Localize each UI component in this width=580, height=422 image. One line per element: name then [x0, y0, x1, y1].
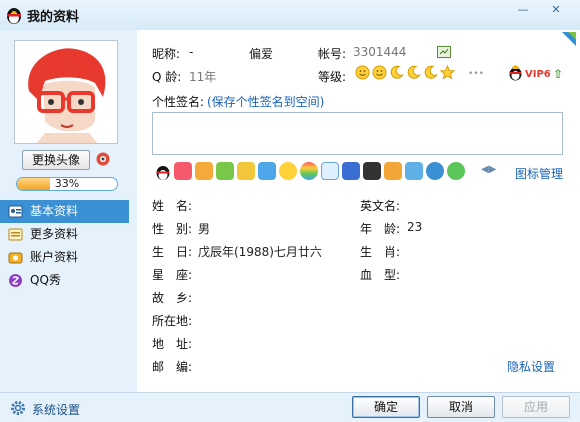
copy-account-icon[interactable]: [437, 46, 451, 58]
penguin-game-icon[interactable]: [363, 162, 381, 180]
blue-diamond-icon[interactable]: [258, 162, 276, 180]
cancel-button[interactable]: 取消: [427, 396, 495, 418]
q-age-label: Q 龄:: [152, 70, 182, 84]
zodiac-label: 生 肖:: [360, 245, 401, 259]
footer-bar: 系统设置 确定 取消 应用: [0, 392, 580, 422]
moon-icon: [424, 65, 438, 79]
rainbow-icon[interactable]: [300, 162, 318, 180]
sidebar-item-label: 账户资料: [30, 250, 79, 264]
ok-button[interactable]: 确定: [352, 396, 420, 418]
icon-strip-scroll-arrows[interactable]: ◀▶: [481, 164, 496, 175]
postcode-label: 邮 编:: [152, 360, 193, 374]
location-label: 所在地:: [152, 314, 193, 328]
close-button[interactable]: ✕: [537, 0, 575, 18]
age-value: 23: [407, 220, 423, 234]
sidebar-item-label: 更多资料: [30, 227, 79, 241]
window-title: 我的资料: [27, 10, 80, 25]
save-signature-link[interactable]: (保存个性签名到空间): [207, 93, 324, 110]
qzone-icon[interactable]: [384, 162, 402, 180]
sidebar-item-more-info[interactable]: 更多资料: [0, 223, 137, 246]
q-age-value: 11年: [189, 70, 217, 84]
age-label: 年 龄:: [360, 222, 401, 236]
star-icon: [440, 65, 455, 80]
birthday-value: 戊辰年(1988)七月廿六: [198, 245, 322, 259]
signature-input[interactable]: [152, 112, 563, 155]
account-label: 帐号:: [318, 47, 347, 61]
vip-level-badge[interactable]: VIP6: [525, 69, 551, 80]
nickname-label: 昵称:: [152, 47, 181, 61]
camera-icon[interactable]: [95, 151, 111, 167]
qq-show-icon: [9, 274, 22, 287]
qq-penguin-logo-icon: [7, 8, 21, 24]
service-icon-strip: [153, 162, 465, 182]
sidebar-item-qq-show[interactable]: QQ秀: [0, 269, 137, 292]
icon-manage-link[interactable]: 图标管理: [515, 165, 563, 182]
hobby-text: 偏爱: [249, 47, 274, 61]
level-badges: [355, 65, 455, 80]
sidebar-nav: 基本资料 更多资料 账户资料 QQ秀: [0, 200, 137, 292]
privacy-settings-link[interactable]: 隐私设置: [507, 358, 555, 375]
signature-label: 个性签名:: [152, 95, 205, 109]
sidebar-item-label: QQ秀: [30, 273, 61, 287]
progress-percent: 33%: [54, 177, 80, 190]
sidebar-item-label: 基本资料: [30, 204, 79, 218]
blood-type-label: 血 型:: [360, 268, 401, 282]
profile-panel: 昵称: - 偏爱 帐号: 3301444 Q 龄: 11年 等级: ••• VI…: [137, 30, 580, 392]
english-name-label: 英文名:: [360, 199, 401, 213]
sidebar-item-account-info[interactable]: 账户资料: [0, 246, 137, 269]
gender-label: 性 别:: [152, 222, 193, 236]
gear-icon[interactable]: [10, 400, 26, 416]
avatar[interactable]: [14, 40, 118, 144]
moon-icon: [390, 65, 404, 79]
level-up-arrow-icon: ⇧: [553, 67, 564, 81]
minimize-button[interactable]: —: [511, 0, 535, 18]
account-icon: [8, 252, 23, 264]
name-label: 姓 名:: [152, 199, 193, 213]
constellation-label: 星 座:: [152, 268, 193, 282]
sidebar-item-basic-info[interactable]: 基本资料: [0, 200, 129, 223]
vip-penguin-icon: [509, 65, 522, 81]
green-orb-icon[interactable]: [447, 162, 465, 180]
moon-icon: [407, 65, 421, 79]
gold-icon[interactable]: [237, 162, 255, 180]
game-icon[interactable]: [216, 162, 234, 180]
address-label: 地 址:: [152, 337, 193, 351]
change-avatar-button[interactable]: 更换头像: [22, 150, 90, 170]
pet-icon[interactable]: [405, 162, 423, 180]
profile-completion-bar: 33%: [16, 177, 118, 191]
red-diamond-icon[interactable]: [174, 162, 192, 180]
hometown-label: 故 乡:: [152, 291, 193, 305]
avatar-image-icon: [15, 41, 117, 143]
corner-fold-icon: [562, 32, 576, 46]
title-bar[interactable]: 我的资料 — ✕: [0, 0, 580, 30]
qq-penguin-icon[interactable]: [153, 162, 171, 180]
sun-icon: [372, 65, 387, 80]
gender-value: 男: [198, 222, 211, 236]
profile-card-icon: [8, 205, 23, 218]
disk-icon[interactable]: [426, 162, 444, 180]
level-label: 等级:: [318, 70, 347, 84]
nickname-value: -: [189, 45, 194, 59]
sidebar: 更换头像 33% 基本资料 更多资料 账户资料 QQ秀: [0, 30, 137, 392]
level-more-icon[interactable]: •••: [468, 69, 484, 79]
yellow-diamond-icon[interactable]: [195, 162, 213, 180]
apply-button[interactable]: 应用: [502, 396, 570, 418]
sun-icon: [355, 65, 370, 80]
account-value: 3301444: [353, 45, 407, 59]
more-info-icon: [8, 228, 23, 241]
music-icon[interactable]: [342, 162, 360, 180]
birthday-label: 生 日:: [152, 245, 193, 259]
search-plus-icon[interactable]: [279, 162, 297, 180]
mail-icon[interactable]: [321, 162, 339, 180]
system-settings-link[interactable]: 系统设置: [32, 401, 80, 418]
